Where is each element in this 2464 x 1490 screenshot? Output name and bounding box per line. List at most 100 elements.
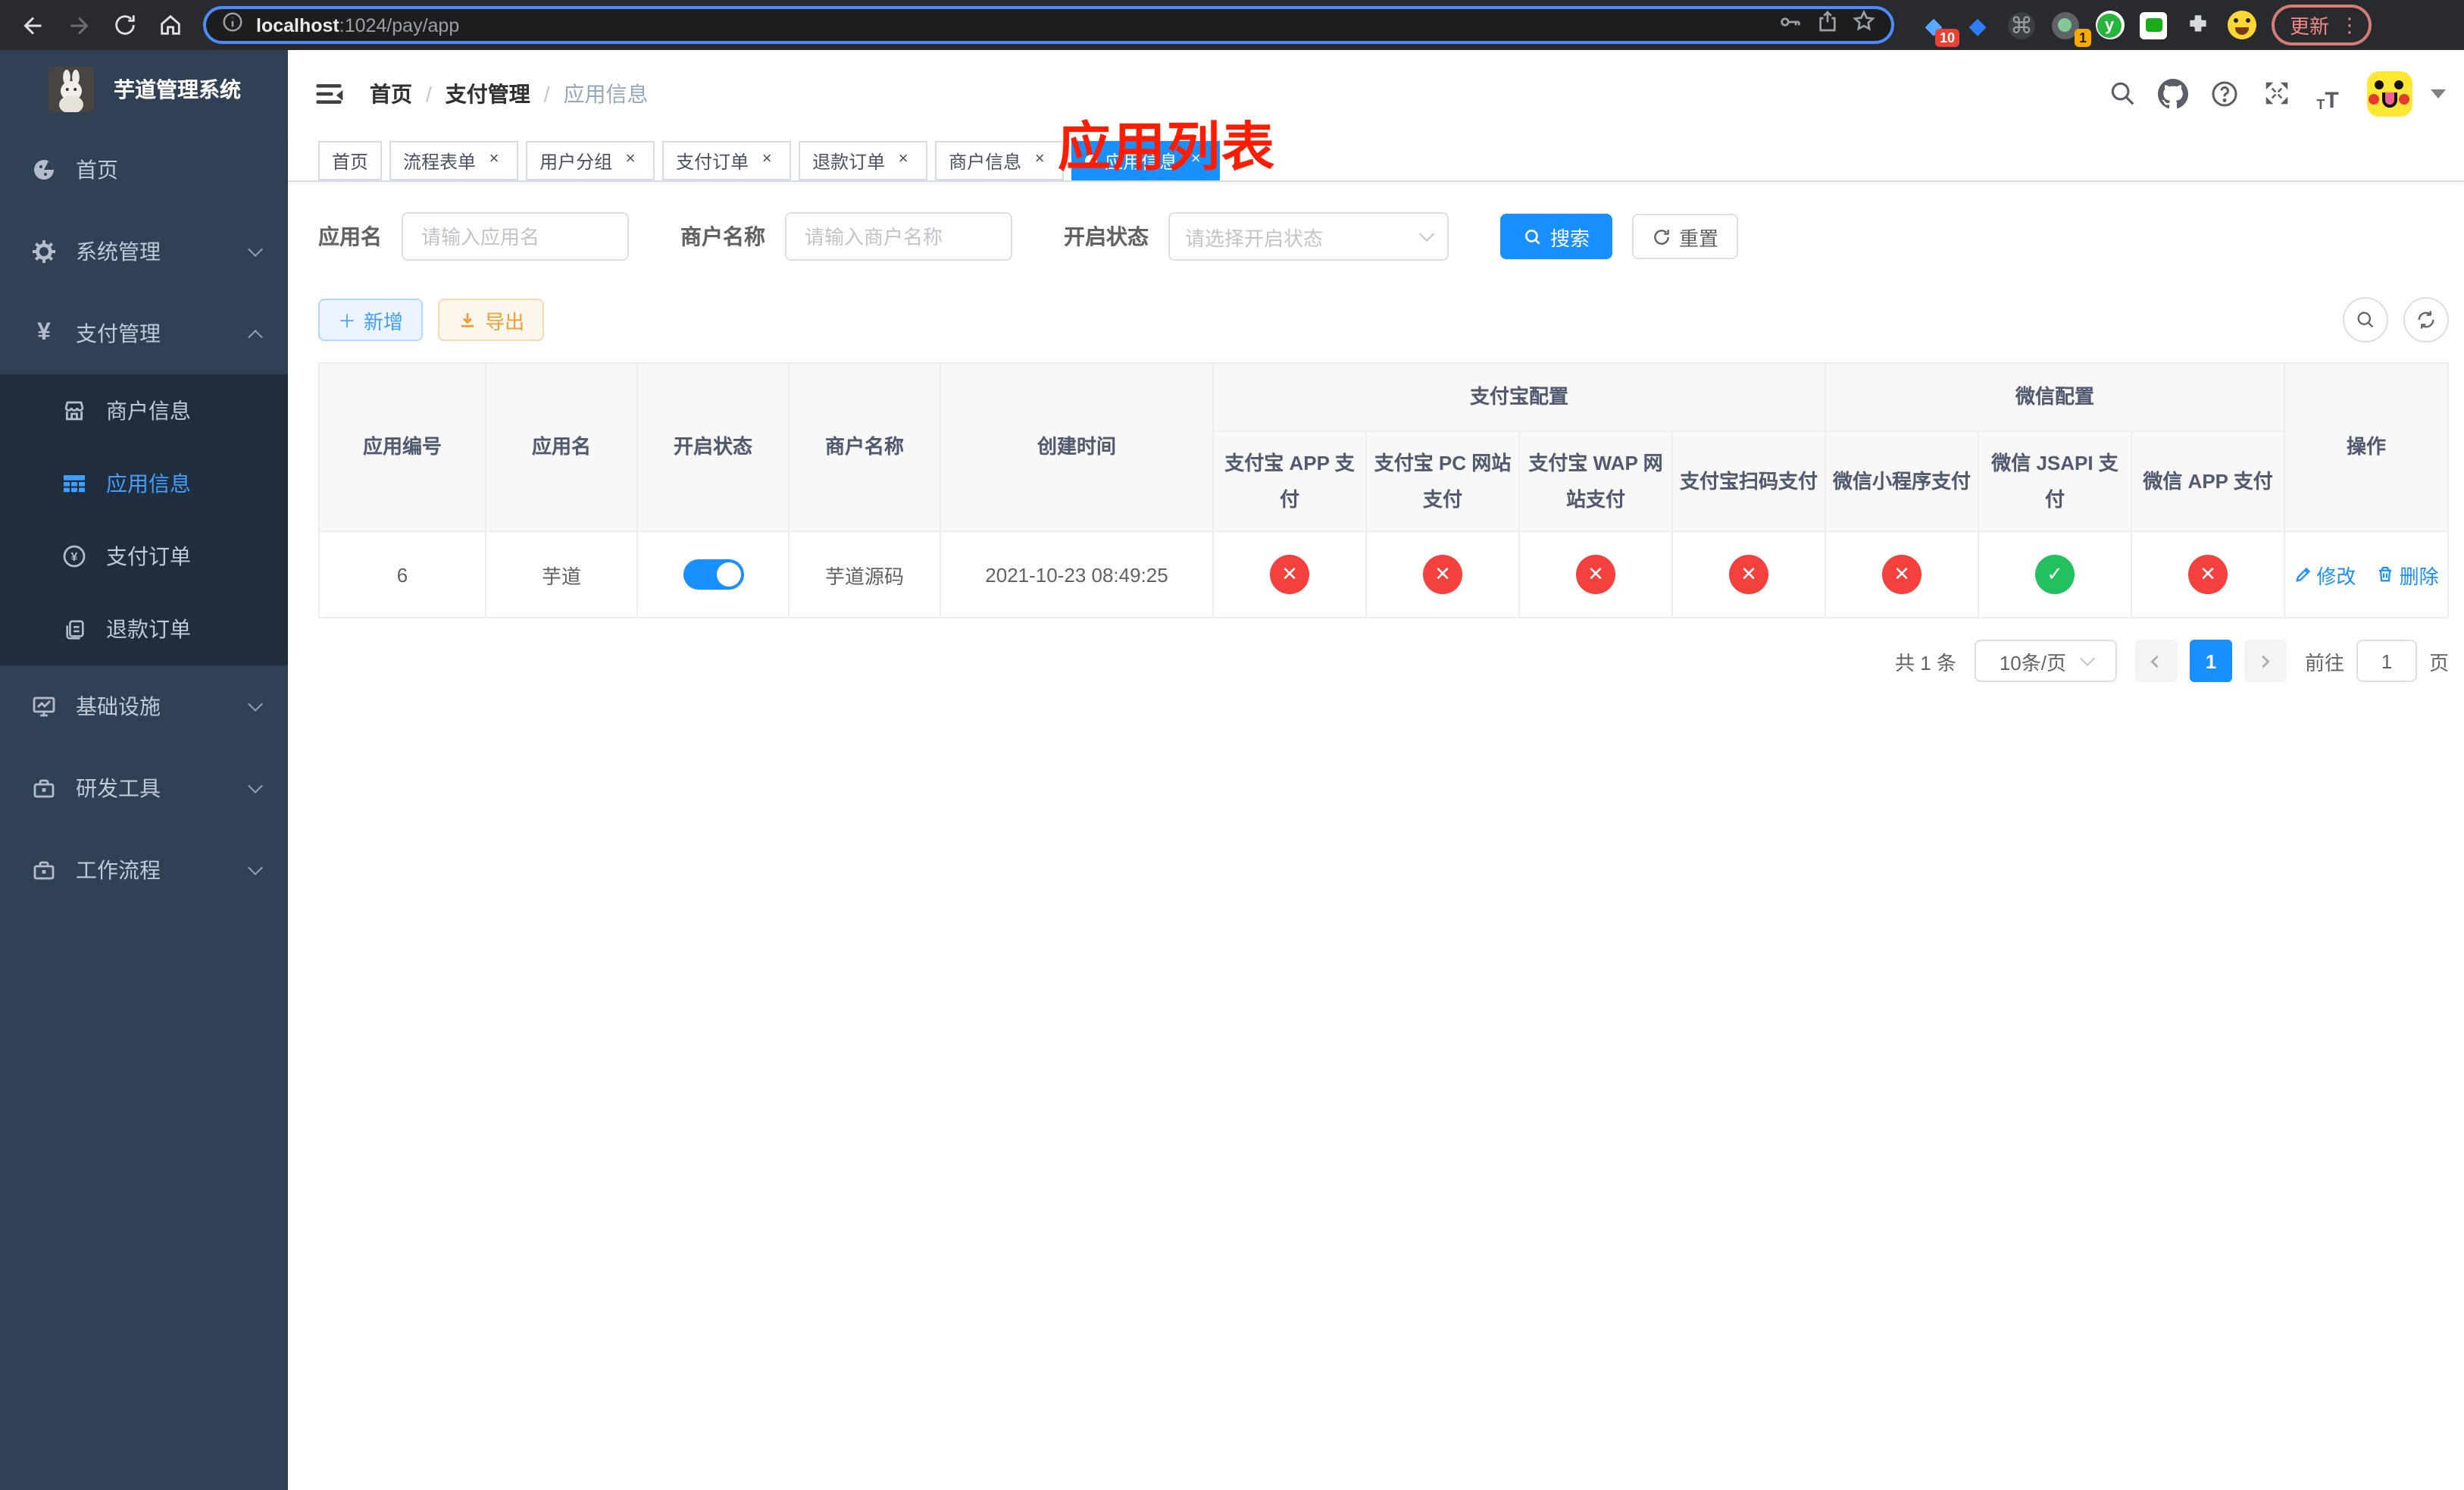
export-button[interactable]: 导出 [438, 299, 545, 341]
sidebar-item-home[interactable]: 首页 [0, 129, 288, 211]
site-info-icon[interactable] [221, 10, 244, 40]
page-size-select[interactable]: 10条/页 [1974, 640, 2117, 682]
chevron-down-icon [248, 860, 263, 875]
col-status: 开启状态 [636, 362, 790, 532]
search-icon[interactable] [2103, 75, 2140, 111]
share-icon[interactable] [1815, 9, 1840, 41]
breadcrumb-home[interactable]: 首页 [370, 78, 412, 108]
fullscreen-icon[interactable] [2258, 75, 2294, 111]
chevron-down-icon [1419, 226, 1434, 241]
sidebar-menu: 首页 系统管理 ¥ 支付管理 商户信息 应用信息 ¥ 支付订单 退款订单 基础设… [0, 129, 288, 911]
status-toggle[interactable] [683, 559, 743, 590]
browser-update-button[interactable]: 更新 ⋮ [2272, 5, 2372, 45]
sidebar-item-workflow[interactable]: 工作流程 [0, 829, 288, 911]
breadcrumb-payment[interactable]: 支付管理 [446, 78, 530, 108]
github-icon[interactable] [2155, 75, 2191, 111]
close-icon[interactable]: × [893, 150, 914, 171]
help-icon[interactable] [2206, 75, 2243, 111]
cell-status [636, 531, 790, 618]
user-avatar[interactable] [2367, 70, 2412, 116]
search-button[interactable]: 搜索 [1500, 214, 1613, 259]
tab-process-form[interactable]: 流程表单 × [389, 141, 519, 180]
download-icon [461, 312, 474, 327]
extension-recorder-icon[interactable]: 1 [2050, 10, 2091, 46]
merchant-name-input[interactable] [785, 212, 1012, 261]
svg-text:¥: ¥ [71, 551, 78, 564]
tab-refund-order[interactable]: 退款订单 × [799, 141, 928, 180]
extension-chat-icon[interactable] [2138, 10, 2169, 40]
alipay-wap-status-icon: ✕ [1576, 555, 1615, 594]
payment-submenu: 商户信息 应用信息 ¥ 支付订单 退款订单 [0, 374, 288, 665]
chevron-right-icon [2262, 654, 2271, 668]
tab-user-group[interactable]: 用户分组 × [526, 141, 655, 180]
extensions-puzzle-icon[interactable] [2182, 10, 2212, 40]
browser-forward-icon[interactable] [58, 4, 100, 46]
bookmark-star-icon[interactable] [1852, 9, 1876, 41]
reset-button[interactable]: 重置 [1632, 214, 1739, 259]
app-table: 应用编号 应用名 开启状态 商户名称 创建时间 支付宝配置 微信配置 操作 支付… [318, 362, 2449, 618]
prev-page-button[interactable] [2134, 640, 2178, 682]
sidebar-item-infrastructure[interactable]: 基础设施 [0, 665, 288, 747]
extension-badge: 10 [1934, 28, 1959, 46]
browser-home-icon[interactable] [149, 4, 191, 46]
add-button[interactable]: ＋ 新增 [318, 299, 424, 341]
close-icon[interactable]: × [756, 150, 777, 171]
profile-avatar[interactable] [2226, 10, 2256, 40]
extension-gem-icon[interactable]: ◆ [1962, 10, 1993, 40]
extension-yudao-icon[interactable]: y [2094, 10, 2125, 40]
app-name-input[interactable] [402, 212, 629, 261]
sidebar-item-payment[interactable]: ¥ 支付管理 [0, 293, 288, 374]
tab-home[interactable]: 首页 [318, 141, 383, 180]
browser-reload-icon[interactable] [103, 4, 145, 46]
sidebar-item-app-info[interactable]: 应用信息 [0, 447, 288, 520]
extension-blocks-icon[interactable]: ◆ 10 [1918, 10, 1959, 46]
chevron-down-icon [248, 242, 263, 257]
browser-menu-icon[interactable]: ⋮ [2340, 14, 2359, 34]
pay-order-icon: ¥ [61, 543, 88, 570]
font-size-icon[interactable]: TT [2309, 75, 2346, 111]
group-wechat-config: 微信配置 [1825, 362, 2286, 432]
url-text: localhost:1024/pay/app [256, 14, 460, 36]
password-key-icon[interactable] [1778, 8, 1803, 42]
sidebar-item-merchant-info[interactable]: 商户信息 [0, 374, 288, 447]
search-icon [2357, 311, 2374, 328]
col-wechat-app: 微信 APP 支付 [2131, 430, 2286, 532]
tab-pay-order[interactable]: 支付订单 × [662, 141, 792, 180]
close-icon[interactable]: × [483, 150, 505, 171]
chevron-left-icon [2151, 654, 2159, 668]
app-name-label: 应用名 [318, 224, 382, 249]
plus-icon: ＋ [338, 310, 357, 331]
next-page-button[interactable] [2244, 640, 2287, 682]
col-actions: 操作 [2284, 362, 2449, 532]
goto-page-input[interactable] [2356, 640, 2417, 682]
close-icon[interactable]: × [1029, 150, 1050, 171]
pagination-total: 共 1 条 [1895, 651, 1956, 674]
close-icon[interactable]: × [620, 150, 641, 171]
delete-link[interactable]: 删除 [2377, 560, 2439, 589]
extension-command-icon[interactable]: ⌘ [2006, 10, 2037, 40]
sidebar-item-system[interactable]: 系统管理 [0, 211, 288, 293]
edit-link[interactable]: 修改 [2294, 560, 2356, 589]
show-search-button[interactable] [2343, 297, 2388, 343]
cell-merchant: 芋道源码 [788, 531, 941, 618]
tab-merchant-info[interactable]: 商户信息 × [935, 141, 1065, 180]
page-content: 应用名 商户名称 开启状态 请选择开启状态 [288, 182, 2464, 682]
sidebar-item-dev-tools[interactable]: 研发工具 [0, 747, 288, 829]
url-bar[interactable]: localhost:1024/pay/app [203, 6, 1894, 44]
cell-app-name: 芋道 [485, 531, 638, 618]
sidebar-item-refund-order[interactable]: 退款订单 [0, 593, 288, 665]
avatar-caret-icon[interactable] [2431, 89, 2446, 98]
status-select[interactable]: 请选择开启状态 [1168, 212, 1449, 261]
gear-icon [30, 238, 58, 265]
col-created: 创建时间 [940, 362, 1214, 532]
sidebar-item-pay-order[interactable]: ¥ 支付订单 [0, 520, 288, 593]
alipay-app-status-icon: ✕ [1270, 555, 1309, 594]
col-app-id: 应用编号 [318, 362, 486, 532]
browser-back-icon[interactable] [12, 4, 55, 46]
page-number-button[interactable]: 1 [2189, 640, 2232, 682]
filter-form: 应用名 商户名称 开启状态 请选择开启状态 [318, 212, 2449, 261]
sidebar-fold-icon[interactable] [312, 77, 346, 110]
browser-extensions: ◆ 10 ◆ ⌘ 1 y [1918, 10, 2256, 46]
col-alipay-qr: 支付宝扫码支付 [1671, 430, 1827, 532]
refresh-table-button[interactable] [2403, 297, 2449, 343]
